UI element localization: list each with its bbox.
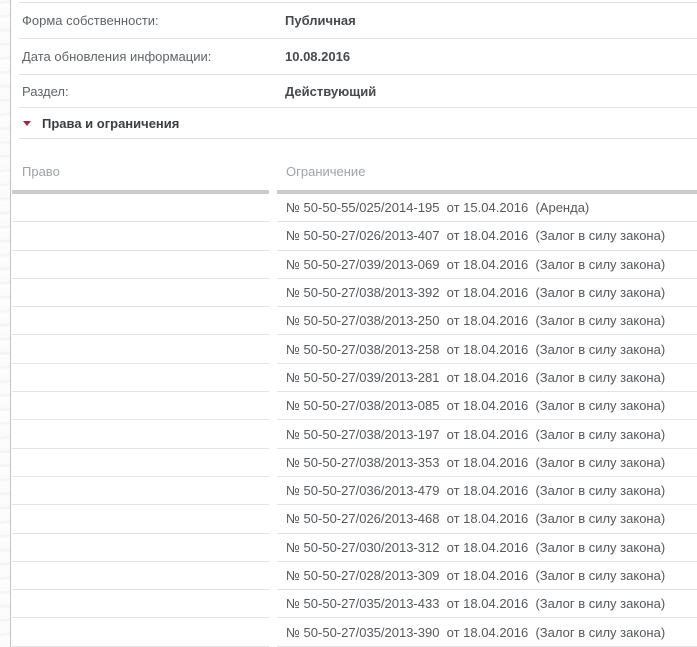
right-cell — [12, 364, 269, 392]
restriction-cell: № 50-50-27/026/2013-468 от 18.04.2016 (З… — [277, 505, 697, 533]
right-cell — [12, 251, 269, 279]
right-cell — [12, 534, 269, 562]
table-row: № 50-50-27/038/2013-197 от 18.04.2016 (З… — [12, 420, 697, 448]
right-cell — [12, 505, 269, 533]
column-gap — [269, 194, 277, 222]
right-cell — [12, 590, 269, 618]
page-content: Форма собственности: Публичная Дата обно… — [12, 2, 697, 647]
property-label: Дата обновления информации: — [19, 49, 285, 64]
restriction-cell: № 50-50-27/035/2013-433 от 18.04.2016 (З… — [277, 590, 697, 618]
restriction-cell: № 50-50-27/039/2013-069 от 18.04.2016 (З… — [277, 251, 697, 279]
column-gap — [269, 251, 277, 279]
right-cell — [12, 392, 269, 420]
restriction-cell: № 50-50-27/038/2013-197 от 18.04.2016 (З… — [277, 420, 697, 448]
rights-section-title: Права и ограничения — [42, 116, 179, 131]
table-row: № 50-50-27/038/2013-085 от 18.04.2016 (З… — [12, 392, 697, 420]
table-row: № 50-50-27/030/2013-312 от 18.04.2016 (З… — [12, 534, 697, 562]
right-cell — [12, 477, 269, 505]
table-row: № 50-50-27/026/2013-407 от 18.04.2016 (З… — [12, 222, 697, 250]
column-gap — [269, 420, 277, 448]
column-gap — [269, 505, 277, 533]
restriction-cell: № 50-50-27/026/2013-407 от 18.04.2016 (З… — [277, 222, 697, 250]
table-row: № 50-50-27/039/2013-281 от 18.04.2016 (З… — [12, 364, 697, 392]
column-gap — [269, 335, 277, 363]
restriction-cell: № 50-50-27/028/2013-309 от 18.04.2016 (З… — [277, 562, 697, 590]
restriction-cell: № 50-50-27/038/2013-085 от 18.04.2016 (З… — [277, 392, 697, 420]
table-row: № 50-50-27/039/2013-069 от 18.04.2016 (З… — [12, 251, 697, 279]
column-gap — [269, 364, 277, 392]
table-row: № 50-50-55/025/2014-195 от 15.04.2016 (А… — [12, 194, 697, 222]
restrictions-table-header: Право Ограничение — [12, 139, 697, 190]
right-cell — [12, 562, 269, 590]
right-cell — [12, 279, 269, 307]
property-row: Форма собственности: Публичная — [19, 3, 697, 39]
restriction-cell: № 50-50-55/025/2014-195 от 15.04.2016 (А… — [277, 194, 697, 222]
property-label: Форма собственности: — [19, 13, 285, 28]
restriction-cell: № 50-50-27/039/2013-281 от 18.04.2016 (З… — [277, 364, 697, 392]
property-value: Действующий — [285, 84, 376, 99]
property-label: Раздел: — [19, 84, 285, 99]
property-details-page: Форма собственности: Публичная Дата обно… — [0, 0, 697, 647]
column-gap — [269, 449, 277, 477]
column-header-restriction: Ограничение — [277, 164, 697, 190]
restrictions-rows: № 50-50-55/025/2014-195 от 15.04.2016 (А… — [12, 194, 697, 647]
table-row: № 50-50-27/038/2013-258 от 18.04.2016 (З… — [12, 335, 697, 363]
property-row: Дата обновления информации: 10.08.2016 — [19, 39, 697, 75]
restriction-cell: № 50-50-27/036/2013-479 от 18.04.2016 (З… — [277, 477, 697, 505]
column-gap — [269, 590, 277, 618]
table-row: № 50-50-27/036/2013-479 от 18.04.2016 (З… — [12, 477, 697, 505]
restriction-cell: № 50-50-27/038/2013-250 от 18.04.2016 (З… — [277, 307, 697, 335]
restriction-cell: № 50-50-27/038/2013-353 от 18.04.2016 (З… — [277, 449, 697, 477]
column-gap — [269, 222, 277, 250]
restriction-cell: № 50-50-27/038/2013-258 от 18.04.2016 (З… — [277, 335, 697, 363]
table-row: № 50-50-27/035/2013-433 от 18.04.2016 (З… — [12, 590, 697, 618]
restriction-cell: № 50-50-27/030/2013-312 от 18.04.2016 (З… — [277, 534, 697, 562]
column-gap — [269, 534, 277, 562]
collapse-triangle-icon — [23, 121, 31, 126]
table-row: № 50-50-27/028/2013-309 от 18.04.2016 (З… — [12, 562, 697, 590]
column-header-right: Право — [12, 164, 269, 190]
right-cell — [12, 194, 269, 222]
restrictions-table: Право Ограничение № 50-50-55/025/2014-19… — [12, 139, 697, 647]
right-cell — [12, 222, 269, 250]
right-cell — [12, 335, 269, 363]
column-gap — [269, 562, 277, 590]
restriction-cell: № 50-50-27/038/2013-392 от 18.04.2016 (З… — [277, 279, 697, 307]
right-cell — [12, 449, 269, 477]
property-attributes-list: Форма собственности: Публичная Дата обно… — [19, 2, 697, 108]
column-gap — [269, 179, 277, 190]
property-value: 10.08.2016 — [285, 49, 350, 64]
property-value: Публичная — [285, 13, 356, 28]
table-row: № 50-50-27/038/2013-353 от 18.04.2016 (З… — [12, 449, 697, 477]
page-left-margin — [0, 0, 11, 647]
right-cell — [12, 618, 269, 646]
table-row: № 50-50-27/038/2013-250 от 18.04.2016 (З… — [12, 307, 697, 335]
column-gap — [269, 618, 277, 646]
table-row: № 50-50-27/035/2013-390 от 18.04.2016 (З… — [12, 618, 697, 646]
right-cell — [12, 307, 269, 335]
table-row: № 50-50-27/038/2013-392 от 18.04.2016 (З… — [12, 279, 697, 307]
column-gap — [269, 392, 277, 420]
table-row: № 50-50-27/026/2013-468 от 18.04.2016 (З… — [12, 505, 697, 533]
column-gap — [269, 477, 277, 505]
rights-section-toggle[interactable]: Права и ограничения — [19, 108, 697, 139]
property-row: Раздел: Действующий — [19, 75, 697, 108]
column-gap — [269, 279, 277, 307]
restriction-cell: № 50-50-27/035/2013-390 от 18.04.2016 (З… — [277, 618, 697, 646]
column-gap — [269, 307, 277, 335]
right-cell — [12, 420, 269, 448]
